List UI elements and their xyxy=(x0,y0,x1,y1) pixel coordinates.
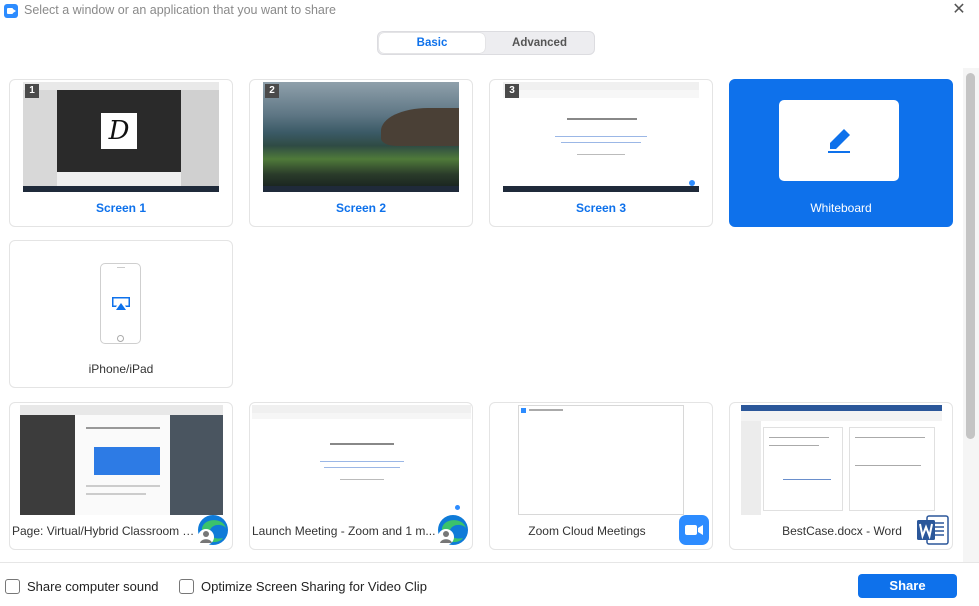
window-tile-word[interactable]: BestCase.docx - Word xyxy=(729,402,953,550)
airplay-icon xyxy=(112,297,130,310)
iphone-ipad-label: iPhone/iPad xyxy=(88,362,154,376)
tab-basic[interactable]: Basic xyxy=(379,33,485,53)
tab-advanced[interactable]: Advanced xyxy=(486,33,593,53)
screen-3-number: 3 xyxy=(505,84,519,98)
close-button[interactable]: ✕ xyxy=(951,2,967,18)
screen-2-label: Screen 2 xyxy=(335,201,387,215)
screen-1-label: Screen 1 xyxy=(95,201,147,215)
window-launch-meeting-label: Launch Meeting - Zoom and 1 m... xyxy=(252,524,436,538)
vertical-scrollbar[interactable] xyxy=(963,68,979,562)
window-title: Select a window or an application that y… xyxy=(24,3,336,17)
whiteboard-label: Whiteboard xyxy=(810,201,872,215)
optimize-video-checkbox[interactable] xyxy=(179,578,194,594)
title-bar: Select a window or an application that y… xyxy=(0,0,979,22)
window-zoom-label: Zoom Cloud Meetings xyxy=(528,524,646,538)
close-icon: ✕ xyxy=(952,1,966,18)
iphone-ipad-tile[interactable]: iPhone/iPad xyxy=(9,240,233,388)
window-tile-classroom[interactable]: Page: Virtual/Hybrid Classroom T... xyxy=(9,402,233,550)
screen-3-thumbnail: 3 xyxy=(503,82,699,192)
share-button[interactable]: Share xyxy=(858,574,957,598)
share-sound-label: Share computer sound xyxy=(27,578,159,594)
share-sound-checkbox[interactable] xyxy=(5,578,20,594)
whiteboard-preview xyxy=(779,100,899,181)
optimize-video-option[interactable]: Optimize Screen Sharing for Video Clip xyxy=(179,578,427,594)
edge-browser-icon xyxy=(198,515,228,545)
optimize-video-label: Optimize Screen Sharing for Video Clip xyxy=(201,578,427,594)
bottom-options-bar: Share computer sound Optimize Screen Sha… xyxy=(0,562,979,606)
edge-browser-icon xyxy=(438,515,468,545)
pen-icon xyxy=(828,129,850,153)
screen-2-tile[interactable]: 2 Screen 2 xyxy=(249,79,473,227)
screen-1-number: 1 xyxy=(25,84,39,98)
screen-2-thumbnail: 2 xyxy=(263,82,459,192)
window-tile-launch-meeting[interactable]: Launch Meeting - Zoom and 1 m... xyxy=(249,402,473,550)
word-icon xyxy=(917,515,949,545)
share-sound-option[interactable]: Share computer sound xyxy=(5,578,159,594)
window-word-thumbnail xyxy=(741,405,942,515)
scrollbar-thumb[interactable] xyxy=(966,73,975,439)
share-source-grid: D 1 Screen 1 2 Screen 2 3 Screen 3 White… xyxy=(0,68,963,562)
screen-1-tile[interactable]: D 1 Screen 1 xyxy=(9,79,233,227)
screen-3-tile[interactable]: 3 Screen 3 xyxy=(489,79,713,227)
screen-1-thumbnail: D 1 xyxy=(23,82,219,192)
screen-2-number: 2 xyxy=(265,84,279,98)
share-mode-tabs: Basic Advanced xyxy=(377,31,595,55)
screen-3-label: Screen 3 xyxy=(575,201,627,215)
window-launch-meeting-thumbnail xyxy=(252,405,471,515)
zoom-icon xyxy=(679,515,709,545)
phone-outline xyxy=(100,263,141,344)
window-classroom-label: Page: Virtual/Hybrid Classroom T... xyxy=(12,524,198,538)
whiteboard-tile[interactable]: Whiteboard xyxy=(729,79,953,227)
window-tile-zoom[interactable]: Zoom Cloud Meetings xyxy=(489,402,713,550)
window-zoom-thumbnail xyxy=(518,405,684,515)
zoom-app-icon xyxy=(4,4,18,18)
window-classroom-thumbnail xyxy=(20,405,223,515)
